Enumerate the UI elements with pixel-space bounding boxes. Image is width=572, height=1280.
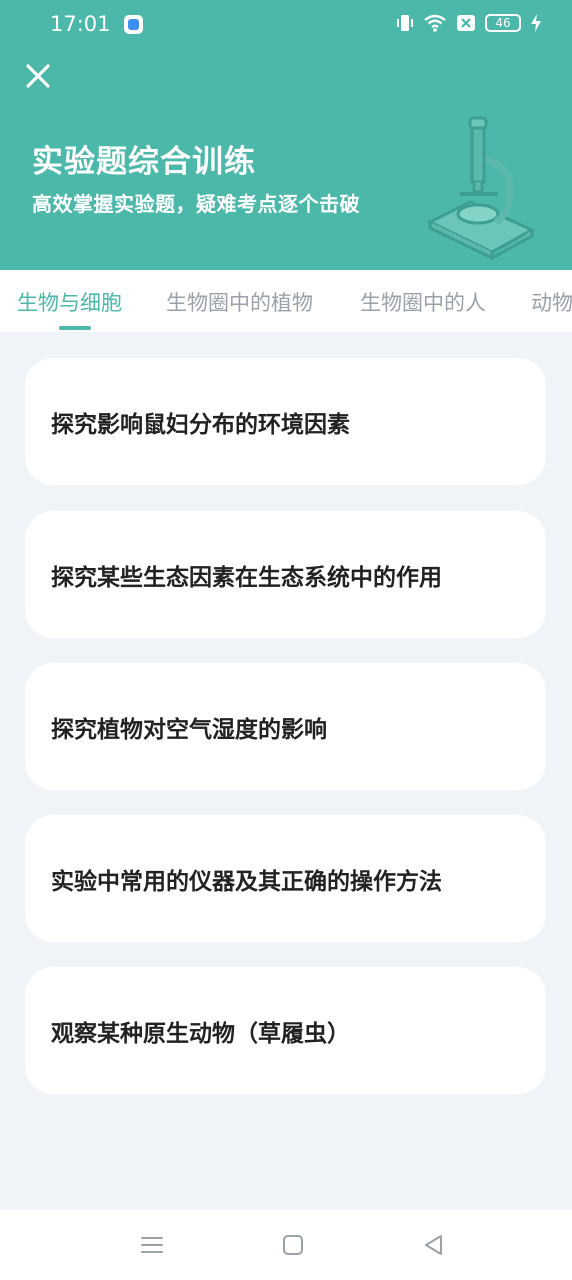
home-icon[interactable] — [278, 1230, 308, 1260]
status-time: 17:01 — [50, 12, 111, 36]
battery-icon: 46 — [485, 14, 521, 32]
experiment-label: 探究植物对空气湿度的影响 — [51, 717, 327, 743]
experiment-label: 探究某些生态因素在生态系统中的作用 — [51, 565, 442, 591]
page-title: 实验题综合训练 — [32, 144, 256, 180]
tab-cell-biology[interactable]: 生物与细胞 — [17, 287, 122, 317]
close-icon[interactable] — [22, 60, 54, 92]
experiment-label: 探究影响鼠妇分布的环境因素 — [51, 412, 350, 438]
page-subtitle: 高效掌握实验题，疑难考点逐个击破 — [32, 192, 360, 216]
microscope-icon — [426, 116, 536, 260]
sim-x-icon — [457, 15, 475, 31]
tab-animals[interactable]: 动物 — [531, 287, 572, 317]
system-nav-bar — [0, 1210, 572, 1280]
back-icon[interactable] — [419, 1230, 449, 1260]
experiment-card[interactable]: 观察某种原生动物（草履虫） — [25, 967, 546, 1094]
status-icons: 46 — [396, 13, 542, 33]
app-notification-icon — [124, 15, 143, 34]
menu-icon[interactable] — [137, 1230, 167, 1260]
header: 17:01 46 实验题综合训练 高效掌握实验题，疑难考点逐个击破 — [0, 0, 572, 270]
experiment-card[interactable]: 探究影响鼠妇分布的环境因素 — [25, 358, 546, 485]
tab-plants[interactable]: 生物圈中的植物 — [166, 287, 313, 317]
experiment-card[interactable]: 探究植物对空气湿度的影响 — [25, 663, 546, 790]
experiment-label: 实验中常用的仪器及其正确的操作方法 — [51, 869, 442, 895]
vibrate-icon — [397, 15, 413, 31]
wifi-icon — [424, 14, 446, 32]
experiment-card[interactable]: 实验中常用的仪器及其正确的操作方法 — [25, 815, 546, 942]
experiment-label: 观察某种原生动物（草履虫） — [51, 1021, 350, 1047]
tab-humans[interactable]: 生物圈中的人 — [360, 287, 486, 317]
category-tabs: 生物与细胞 生物圈中的植物 生物圈中的人 动物 — [0, 270, 572, 332]
charging-icon — [531, 14, 541, 32]
experiment-card[interactable]: 探究某些生态因素在生态系统中的作用 — [25, 511, 546, 638]
active-tab-indicator — [59, 326, 91, 330]
status-bar: 17:01 46 — [0, 0, 572, 52]
